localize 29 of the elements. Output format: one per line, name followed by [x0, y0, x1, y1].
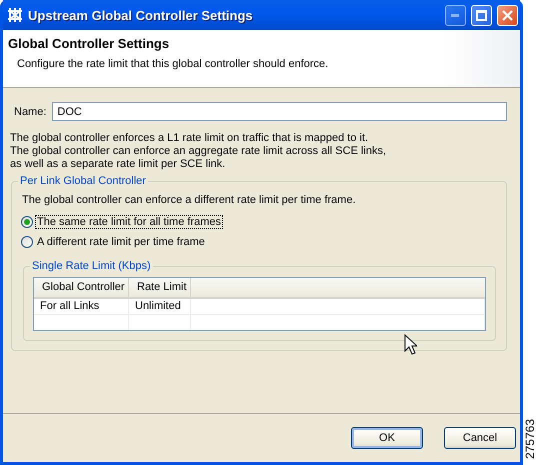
table-cell: For all Links — [34, 299, 129, 315]
close-button[interactable] — [497, 4, 518, 26]
maximize-icon — [476, 10, 487, 20]
radio-button[interactable] — [21, 216, 33, 228]
name-label: Name: — [14, 106, 46, 118]
column-header[interactable]: Rate Limit — [129, 278, 191, 299]
group-description: The global controller can enforce a different rate limit per time frame. — [22, 194, 357, 206]
group-title: Single Rate Limit (Kbps) — [30, 259, 153, 273]
radio-button[interactable] — [21, 236, 33, 248]
table-cell: Unlimited — [129, 299, 191, 315]
info-text: The global controller enforces a L1 rate limit on traffic that is mapped to it. — [10, 132, 370, 145]
window-title: Upstream Global Controller Settings — [28, 8, 254, 22]
info-text: as well as a separate rate limit per SCE link. — [10, 158, 226, 171]
page-description: Configure the rate limit that this global controller should enforce. — [16, 58, 330, 70]
minimize-icon — [451, 14, 460, 16]
dialog-button[interactable]: Cancel — [444, 427, 516, 449]
radio-label[interactable]: A different rate limit per time frame — [35, 235, 207, 249]
minimize-button[interactable] — [445, 4, 466, 26]
column-header[interactable]: Global Controller — [34, 278, 129, 299]
info-text: The global controller can enforce an aggregate rate limit across all SCE links, — [10, 145, 388, 158]
mouse-pointer-icon — [404, 334, 417, 355]
figure-number: 275763 — [524, 418, 536, 459]
maximize-button[interactable] — [471, 4, 492, 26]
radio-label[interactable]: The same rate limit for all time frames — [35, 215, 223, 229]
dialog-button[interactable]: OK — [351, 427, 423, 449]
close-icon — [502, 10, 513, 20]
name-field[interactable]: DOC — [52, 102, 507, 121]
app-logo-icon — [7, 7, 23, 23]
page-title: Global Controller Settings — [8, 36, 170, 51]
